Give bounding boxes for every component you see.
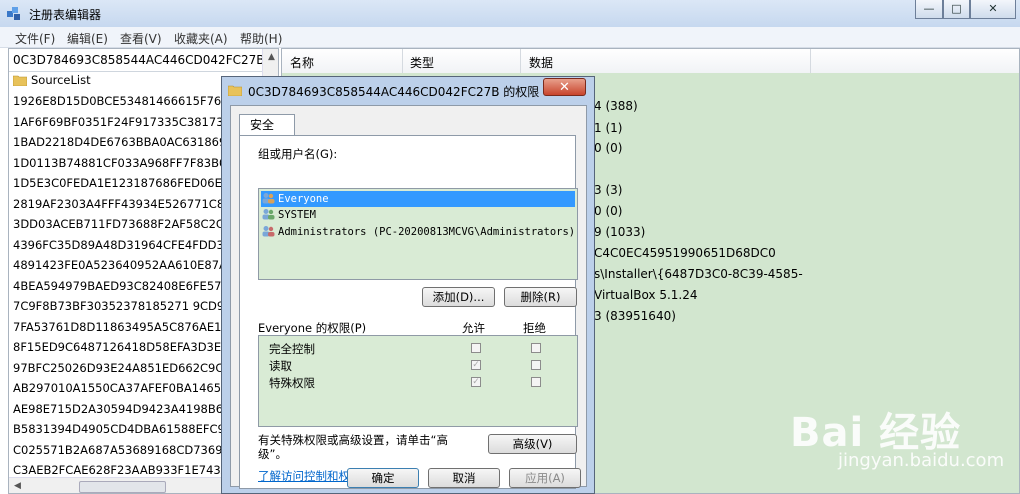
user-item-administrators[interactable]: Administrators (PC-20200813MCVG\Administ… — [261, 224, 575, 240]
tab-security[interactable]: 安全 — [239, 114, 295, 136]
permission-read: 读取 — [269, 359, 292, 373]
allow-read-checkbox: ✓ — [471, 360, 481, 370]
list-header: 名称 类型 数据 — [282, 49, 1019, 74]
folder-icon — [13, 75, 28, 87]
permissions-dialog: 0C3D784693C858544AC446CD042FC27B 的权限 ✕ 安… — [221, 76, 595, 494]
current-key-label: 0C3D784693C858544AC446CD042FC27B — [13, 53, 265, 67]
ok-button[interactable]: 确定 — [347, 468, 419, 488]
tree-current-key: 0C3D784693C858544AC446CD042FC27B — [9, 49, 264, 72]
deny-full-control-checkbox — [531, 343, 541, 353]
folder-icon — [228, 85, 242, 96]
security-tab-page: 组或用户名(G): Everyone SYSTEM Administrators… — [239, 135, 578, 489]
scroll-up-icon[interactable]: ▲ — [263, 49, 278, 66]
minimize-icon: — — [923, 2, 935, 15]
apply-button: 应用(A) — [509, 468, 581, 488]
allow-special-checkbox: ✓ — [471, 377, 481, 387]
registry-editor-icon — [7, 7, 20, 20]
dialog-title: 0C3D784693C858544AC446CD042FC27B 的权限 — [248, 85, 540, 99]
allow-header: 允许 — [462, 321, 485, 335]
maximize-icon: □ — [951, 2, 962, 15]
menu-bar: 文件(F) 编辑(E) 查看(V) 收藏夹(A) 帮助(H) — [0, 27, 1020, 48]
list-value: 0 (0) — [594, 141, 623, 155]
window-title: 注册表编辑器 — [29, 8, 102, 22]
user-name: SYSTEM — [278, 209, 316, 221]
list-value: C4C0EC45951990651D68DC0 — [594, 246, 776, 260]
user-list[interactable]: Everyone SYSTEM Administrators (PC-20200… — [258, 188, 578, 280]
user-name: Everyone — [278, 193, 329, 205]
window-close-button[interactable]: ✕ — [970, 0, 1016, 19]
close-icon: ✕ — [988, 2, 998, 15]
list-value: 4 (388) — [594, 99, 638, 113]
scroll-left-icon[interactable]: ◀ — [9, 478, 26, 493]
advanced-hint: 有关特殊权限或高级设置，请单击“高级”。 — [258, 433, 448, 461]
permission-special: 特殊权限 — [269, 376, 315, 390]
permission-full-control: 完全控制 — [269, 342, 315, 356]
list-value: 3 (83951640) — [594, 309, 676, 323]
close-icon: ✕ — [559, 80, 570, 95]
permission-list: 完全控制 读取 ✓ 特殊权限 ✓ — [258, 335, 578, 427]
tree-item-label: SourceList — [31, 73, 91, 87]
menu-favorites[interactable]: 收藏夹(A) — [174, 30, 228, 47]
scroll-thumb[interactable] — [79, 481, 166, 493]
add-user-button[interactable]: 添加(D)... — [422, 287, 495, 307]
menu-edit[interactable]: 编辑(E) — [67, 30, 108, 47]
deny-special-checkbox — [531, 377, 541, 387]
remove-user-button[interactable]: 删除(R) — [504, 287, 577, 307]
column-type[interactable]: 类型 — [410, 54, 434, 71]
advanced-button[interactable]: 高级(V) — [488, 434, 577, 454]
menu-view[interactable]: 查看(V) — [120, 30, 162, 47]
user-item-system[interactable]: SYSTEM — [261, 207, 575, 223]
deny-read-checkbox — [531, 360, 541, 370]
deny-header: 拒绝 — [523, 321, 546, 335]
column-divider — [520, 49, 521, 73]
menu-file[interactable]: 文件(F) — [15, 30, 55, 47]
list-value: VirtualBox 5.1.24 — [594, 288, 698, 302]
list-value: 3 (3) — [594, 183, 623, 197]
learn-access-control-link[interactable]: 了解访问控制和权限 — [258, 468, 362, 484]
cancel-button[interactable]: 取消 — [428, 468, 500, 488]
column-divider — [402, 49, 403, 73]
user-group-icon — [262, 209, 275, 220]
column-divider — [810, 49, 811, 73]
column-name[interactable]: 名称 — [290, 54, 314, 71]
baidu-watermark-url: jingyan.baidu.com — [838, 450, 1005, 471]
title-bar: 注册表编辑器 — □ ✕ — [0, 0, 1020, 27]
maximize-button[interactable]: □ — [943, 0, 970, 19]
list-value: 1 (1) — [594, 121, 623, 135]
list-value: s\Installer\{6487D3C0-8C39-4585- — [594, 267, 803, 281]
column-data[interactable]: 数据 — [529, 54, 553, 71]
list-value: 9 (1033) — [594, 225, 646, 239]
list-value: 0 (0) — [594, 204, 623, 218]
user-name: Administrators (PC-20200813MCVG\Administ… — [278, 226, 576, 238]
user-group-icon — [262, 193, 275, 204]
menu-help[interactable]: 帮助(H) — [240, 30, 282, 47]
dialog-content: 安全 组或用户名(G): Everyone SYSTEM Administrat… — [230, 105, 587, 489]
permissions-label: Everyone 的权限(P) — [258, 321, 367, 335]
dialog-close-button[interactable]: ✕ — [543, 78, 586, 96]
allow-full-control-checkbox — [471, 343, 481, 353]
user-group-icon — [262, 226, 275, 237]
user-item-everyone[interactable]: Everyone — [261, 191, 575, 207]
minimize-button[interactable]: — — [915, 0, 943, 19]
group-users-label: 组或用户名(G): — [258, 147, 338, 161]
